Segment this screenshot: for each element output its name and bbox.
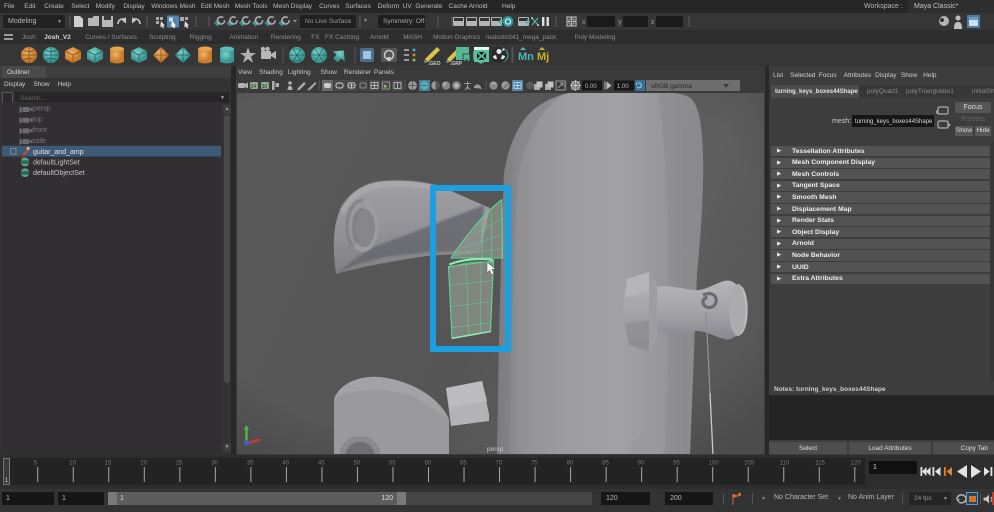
svg-text:120: 120	[851, 461, 862, 467]
svg-text:65: 65	[460, 461, 467, 467]
svg-text:15: 15	[105, 461, 112, 467]
svg-text:persp: persp	[487, 446, 504, 453]
svg-text:105: 105	[744, 461, 755, 467]
svg-text:x: x	[582, 19, 586, 26]
svg-text:side: side	[33, 138, 46, 145]
svg-text:sRGB gamma: sRGB gamma	[651, 83, 692, 90]
svg-text:20: 20	[140, 461, 147, 467]
svg-text:40: 40	[282, 461, 289, 467]
svg-text:Mn: Mn	[518, 51, 534, 63]
svg-text:0.00: 0.00	[585, 84, 597, 90]
svg-text:x: x	[465, 58, 468, 64]
svg-text:top: top	[33, 116, 43, 123]
svg-text:35: 35	[247, 461, 254, 467]
svg-text:5: 5	[34, 461, 38, 467]
svg-text:defaultObjectSet: defaultObjectSet	[33, 170, 85, 177]
svg-text:25: 25	[176, 461, 183, 467]
svg-text:1.00: 1.00	[617, 84, 629, 90]
svg-text:front: front	[33, 127, 47, 134]
svg-text:Mj: Mj	[537, 51, 549, 63]
svg-text:24: 24	[251, 84, 257, 90]
svg-text:3d: 3d	[262, 84, 268, 90]
svg-text:45: 45	[318, 461, 325, 467]
svg-text:85: 85	[602, 461, 609, 467]
svg-text:guitar_and_amp: guitar_and_amp	[33, 149, 84, 156]
svg-text:90: 90	[638, 461, 645, 467]
svg-text:80: 80	[567, 461, 574, 467]
svg-text:55: 55	[389, 461, 396, 467]
svg-text:60: 60	[424, 461, 431, 467]
svg-text:115: 115	[815, 461, 825, 467]
svg-text:110: 110	[780, 461, 790, 467]
svg-text:persp: persp	[33, 106, 51, 113]
svg-text:10: 10	[69, 461, 76, 467]
svg-text:y: y	[618, 19, 622, 26]
svg-text:z: z	[651, 19, 655, 26]
svg-text:95: 95	[673, 461, 680, 467]
svg-text:70: 70	[496, 461, 503, 467]
svg-text:30: 30	[211, 461, 218, 467]
svg-text:75: 75	[531, 461, 538, 467]
svg-text:defaultLightSet: defaultLightSet	[33, 160, 80, 167]
svg-text:100: 100	[709, 461, 720, 467]
svg-text:50: 50	[353, 461, 360, 467]
